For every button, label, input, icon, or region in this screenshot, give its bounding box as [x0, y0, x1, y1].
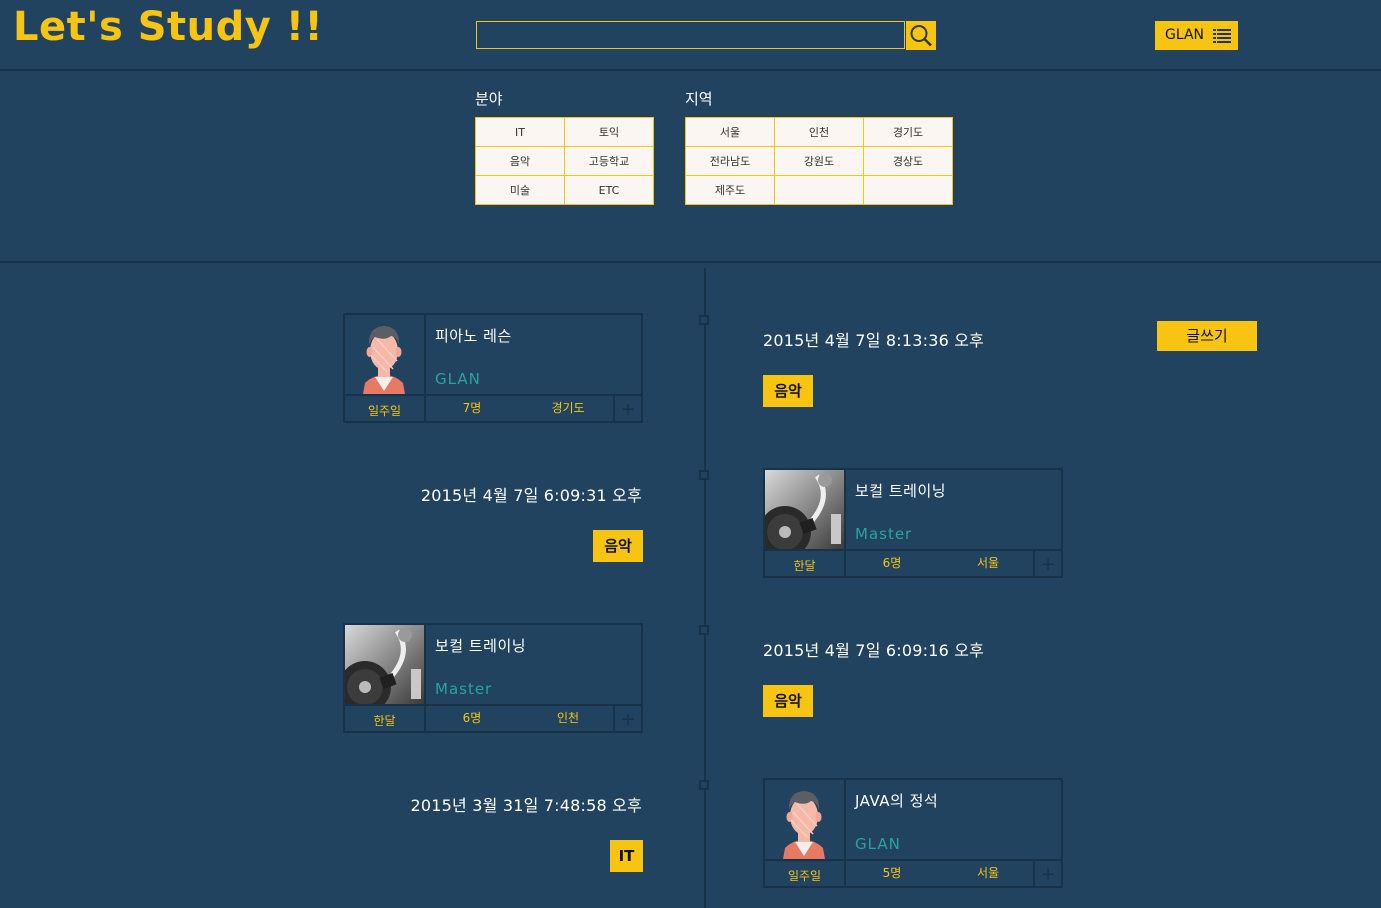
field-option[interactable]: 고등학교 — [564, 146, 654, 176]
region-option-empty — [774, 175, 864, 205]
search-icon — [910, 25, 932, 47]
timeline-node — [699, 780, 709, 790]
post-date: 2015년 4월 7일 6:09:31 오후 — [420, 486, 642, 505]
field-option[interactable]: 미술 — [475, 175, 565, 205]
card-region: 경기도 — [551, 401, 585, 415]
plus-icon[interactable]: + — [613, 396, 641, 423]
search-input[interactable] — [477, 22, 904, 48]
card-period: 한달 — [765, 551, 846, 578]
card-footer: 일주일 7명 경기도 + — [345, 394, 641, 423]
post-date: 2015년 3월 31일 7:48:58 오후 — [410, 796, 642, 815]
card-title[interactable]: 보컬 트레이닝 — [855, 480, 946, 501]
study-card[interactable]: 보컬 트레이닝 Master 한달 6명 서울 + — [763, 468, 1063, 578]
turntable-icon — [765, 470, 844, 549]
search-button[interactable] — [906, 21, 936, 50]
field-option[interactable]: ETC — [564, 175, 654, 205]
card-people: 6명 — [882, 556, 902, 570]
user-menu-button[interactable]: GLAN — [1155, 21, 1238, 50]
field-filter-title: 분야 — [475, 90, 503, 108]
card-author: GLAN — [855, 835, 901, 853]
card-author: GLAN — [435, 370, 481, 388]
plus-icon[interactable]: + — [613, 706, 641, 733]
region-option[interactable]: 강원도 — [774, 146, 864, 176]
plus-icon[interactable]: + — [1033, 861, 1061, 888]
category-tag[interactable]: IT — [610, 840, 643, 872]
region-option[interactable]: 제주도 — [685, 175, 775, 205]
write-post-button[interactable]: 글쓰기 — [1157, 321, 1257, 351]
card-period: 한달 — [345, 706, 426, 733]
turntable-icon — [345, 625, 424, 704]
category-tag[interactable]: 음악 — [763, 685, 813, 717]
card-title[interactable]: 보컬 트레이닝 — [435, 635, 526, 656]
card-period: 일주일 — [765, 861, 846, 888]
post-date: 2015년 4월 7일 6:09:16 오후 — [763, 641, 985, 660]
card-footer: 일주일 5명 서울 + — [765, 859, 1061, 888]
region-option[interactable]: 서울 — [685, 117, 775, 147]
timeline-line — [704, 268, 706, 908]
study-card[interactable]: JAVA의 정석 GLAN 일주일 5명 서울 + — [763, 778, 1063, 888]
card-footer: 한달 6명 서울 + — [765, 549, 1061, 578]
card-people: 7명 — [462, 401, 482, 415]
field-option[interactable]: 음악 — [475, 146, 565, 176]
card-people: 5명 — [882, 866, 902, 880]
turntable-thumbnail — [765, 470, 846, 549]
region-filter-title: 지역 — [685, 90, 713, 108]
turntable-thumbnail — [345, 625, 426, 704]
card-footer: 한달 6명 인천 + — [345, 704, 641, 733]
card-region: 서울 — [976, 866, 1000, 880]
timeline-node — [699, 470, 709, 480]
field-option[interactable]: IT — [475, 117, 565, 147]
avatar-icon — [765, 780, 844, 859]
card-title[interactable]: 피아노 레슨 — [435, 325, 512, 346]
avatar-icon — [345, 315, 424, 394]
search-field[interactable] — [476, 21, 905, 49]
study-card[interactable]: 보컬 트레이닝 Master 한달 6명 인천 + — [343, 623, 643, 733]
post-date: 2015년 4월 7일 8:13:36 오후 — [763, 331, 985, 350]
section-divider — [0, 261, 1381, 263]
region-filter-table: 서울 인천 경기도 전라남도 강원도 경상도 제주도 — [685, 117, 953, 205]
list-icon — [1213, 29, 1231, 43]
plus-icon[interactable]: + — [1033, 551, 1061, 578]
region-option[interactable]: 전라남도 — [685, 146, 775, 176]
card-title[interactable]: JAVA의 정석 — [855, 790, 938, 811]
user-name: GLAN — [1165, 27, 1205, 43]
study-card[interactable]: 피아노 레슨 GLAN 일주일 7명 경기도 + — [343, 313, 643, 423]
field-option[interactable]: 토익 — [564, 117, 654, 147]
field-filter-table: IT 토익 음악 고등학교 미술 ETC — [475, 117, 654, 205]
region-option[interactable]: 인천 — [774, 117, 864, 147]
region-option[interactable]: 경상도 — [863, 146, 953, 176]
region-option[interactable]: 경기도 — [863, 117, 953, 147]
category-tag[interactable]: 음악 — [593, 530, 643, 562]
avatar-thumbnail — [765, 780, 846, 859]
card-region: 서울 — [976, 556, 1000, 570]
card-author: Master — [855, 525, 913, 543]
card-author: Master — [435, 680, 493, 698]
timeline-node — [699, 625, 709, 635]
card-region: 인천 — [556, 711, 580, 725]
avatar-thumbnail — [345, 315, 426, 394]
card-people: 6명 — [462, 711, 482, 725]
category-tag[interactable]: 음악 — [763, 375, 813, 407]
region-option-empty — [863, 175, 953, 205]
timeline-node — [699, 315, 709, 325]
card-period: 일주일 — [345, 396, 426, 423]
site-logo[interactable]: Let's Study !! — [13, 4, 323, 50]
